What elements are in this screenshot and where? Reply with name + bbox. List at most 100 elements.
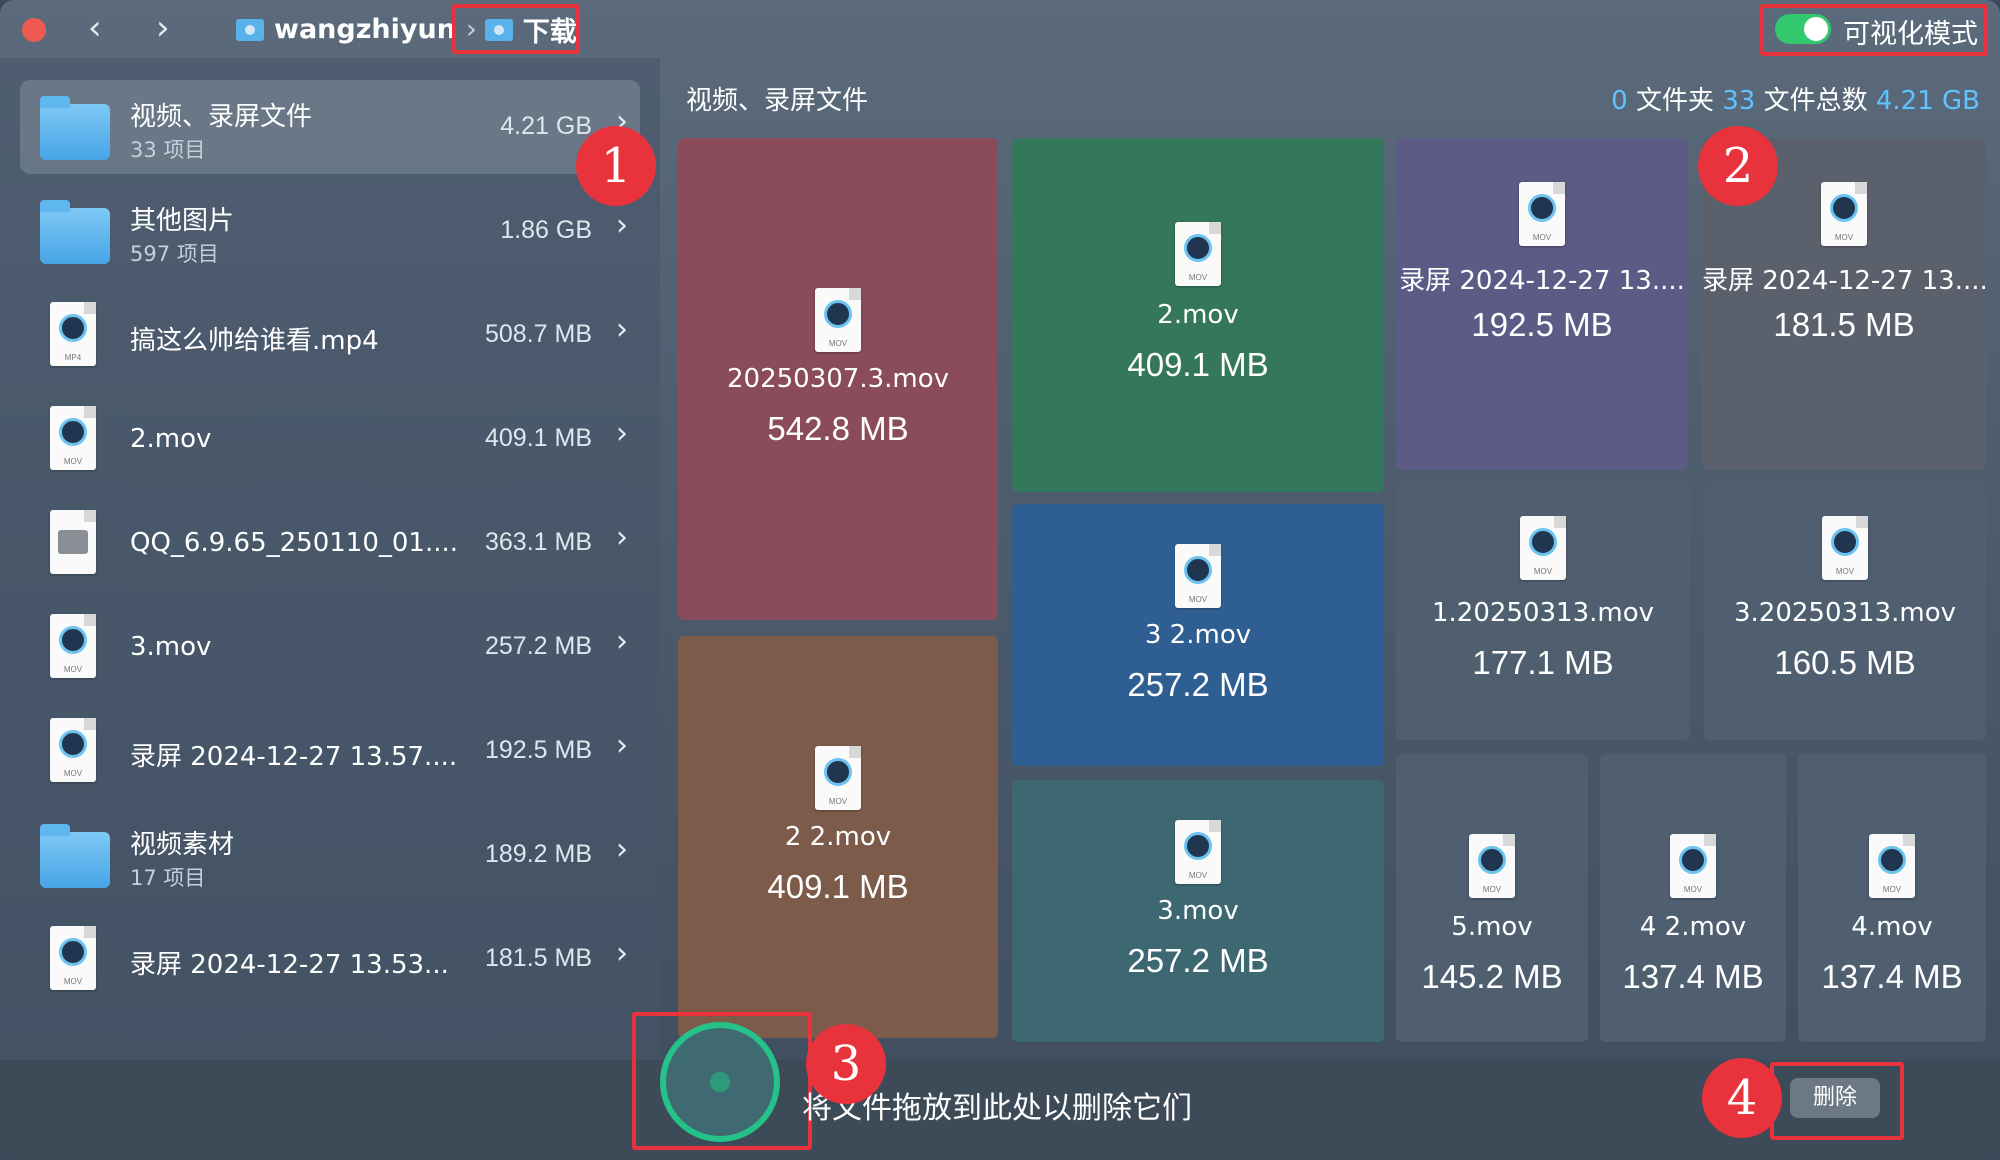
video-file-icon: MOV [1869,834,1915,898]
sidebar-item-label: 录屏 2024-12-27 13.57.... [130,742,458,772]
treemap-tile[interactable]: MOV 4 2.mov 137.4 MB [1600,754,1786,1042]
sidebar-item[interactable]: 视频、录屏文件 33 项目 4.21 GB › [20,80,640,174]
highlight-box [1760,4,1988,56]
sidebar-item-size: 1.86 GB [500,216,592,244]
video-file-icon: MOV [50,718,96,782]
sidebar-item-label: 录屏 2024-12-27 13.53... [130,950,449,980]
tile-name: 3 2.mov [1144,620,1252,650]
tile-name: 2 2.mov [784,822,892,852]
chevron-right-icon: › [616,520,628,555]
treemap-tile[interactable]: MOV 3 2.mov 257.2 MB [1012,504,1384,766]
sidebar-item-count: 33 项目 [130,138,206,162]
sidebar-item-size: 192.5 MB [484,736,592,764]
sidebar-item-size: 181.5 MB [484,944,592,972]
tile-name: 2.mov [1157,300,1239,330]
file-count-label: 文件总数 [1763,86,1868,116]
sidebar-item-label: 视频素材 [130,830,235,860]
chevron-right-icon: › [616,312,628,347]
tile-size: 257.2 MB [1127,942,1269,979]
sidebar-item[interactable]: MOV 3.mov 257.2 MB › [20,600,640,694]
video-file-icon: MOV [815,746,861,810]
title-bar: ‹ › wangzhiyun › 下载 可视化模式 [0,0,2000,58]
video-file-icon: MOV [815,288,861,352]
folder-icon [40,824,110,888]
annotation-badge: 1 [576,126,656,206]
treemap-tile[interactable]: MOV 2 2.mov 409.1 MB [678,636,998,1038]
chevron-right-icon: › [616,416,628,451]
sidebar-item-label: 其他图片 [130,206,235,236]
tile-size: 145.2 MB [1421,958,1563,995]
sidebar-item[interactable]: MOV 2.mov 409.1 MB › [20,392,640,486]
tile-name: 3.mov [1157,896,1239,926]
tile-size: 137.4 MB [1821,958,1963,995]
breadcrumb-home[interactable]: wangzhiyun [274,14,456,45]
chevron-right-icon: › [616,624,628,659]
package-file-icon [50,510,96,574]
sidebar-item-count: 597 项目 [130,242,219,266]
folder-icon [40,96,110,160]
chevron-right-icon: › [616,832,628,867]
video-file-icon: MOV [1822,516,1868,580]
folder-icon [40,200,110,264]
video-file-icon: MOV [1175,544,1221,608]
back-button[interactable]: ‹ [88,8,102,48]
video-file-icon: MOV [1520,516,1566,580]
sidebar-item-size: 189.2 MB [484,840,592,868]
tile-name: 20250307.3.mov [726,364,950,394]
treemap-tile[interactable]: MOV 录屏 2024-12-27 13.... 192.5 MB [1396,138,1688,470]
tile-name: 4.mov [1851,912,1933,942]
tile-size: 137.4 MB [1622,958,1764,995]
sidebar-item[interactable]: MOV 录屏 2024-12-27 13.53... 181.5 MB › [20,912,640,1006]
video-file-icon: MOV [50,406,96,470]
tile-name: 5.mov [1451,912,1533,942]
treemap-tile[interactable]: MOV 20250307.3.mov 542.8 MB [678,138,998,620]
sidebar-item-label: 3.mov [130,632,212,662]
sidebar-item-size: 257.2 MB [484,632,592,660]
sidebar-item-label: 视频、录屏文件 [130,102,313,132]
video-file-icon: MOV [1175,222,1221,286]
video-file-icon: MOV [1175,820,1221,884]
video-file-icon: MOV [50,926,96,990]
treemap-tile[interactable]: MOV 2.mov 409.1 MB [1012,138,1384,492]
treemap-tile[interactable]: MOV 5.mov 145.2 MB [1396,754,1588,1042]
highlight-box [452,4,580,54]
sidebar-item[interactable]: 视频素材 17 项目 189.2 MB › [20,808,640,902]
forward-button[interactable]: › [156,8,170,48]
sidebar-item-label: 搞这么帅给谁看.mp4 [130,326,379,356]
close-window-button[interactable] [22,18,46,42]
highlight-box [632,1012,812,1150]
sidebar-item-label: QQ_6.9.65_250110_01.... [130,528,459,558]
treemap-tile[interactable]: MOV 1.20250313.mov 177.1 MB [1396,482,1690,740]
treemap-tile[interactable]: MOV 3.mov 257.2 MB [1012,780,1384,1042]
app-window: ‹ › wangzhiyun › 下载 可视化模式 视频、录屏文件 33 项目 … [0,0,2000,1160]
tile-name: 1.20250313.mov [1431,598,1655,628]
sidebar-item[interactable]: 其他图片 597 项目 1.86 GB › [20,184,640,278]
video-file-icon: MP4 [50,302,96,366]
sidebar-item[interactable]: MOV 录屏 2024-12-27 13.57.... 192.5 MB › [20,704,640,798]
summary-stats: 0 文件夹 33 文件总数 4.21 GB [1611,80,1980,117]
folder-count: 0 [1611,86,1628,116]
folder-icon [236,18,264,41]
folder-count-label: 文件夹 [1635,86,1714,116]
treemap-tile[interactable]: MOV 4.mov 137.4 MB [1798,754,1986,1042]
annotation-badge: 3 [806,1024,886,1104]
video-file-icon: MOV [1469,834,1515,898]
sidebar-item-size: 409.1 MB [484,424,592,452]
total-size: 4.21 GB [1875,86,1980,116]
treemap-panel: 视频、录屏文件 0 文件夹 33 文件总数 4.21 GB MOV 202503… [660,58,2000,1060]
video-file-icon: MOV [1670,834,1716,898]
annotation-badge: 2 [1698,126,1778,206]
tile-size: 542.8 MB [767,410,909,447]
annotation-badge: 4 [1702,1058,1782,1138]
tile-name: 录屏 2024-12-27 13.... [1399,266,1685,296]
tile-size: 257.2 MB [1127,666,1269,703]
sidebar-item[interactable]: MP4 搞这么帅给谁看.mp4 508.7 MB › [20,288,640,382]
panel-title: 视频、录屏文件 [686,86,869,116]
tile-size: 409.1 MB [1127,346,1269,383]
treemap-tile[interactable]: MOV 3.20250313.mov 160.5 MB [1704,482,1986,740]
sidebar-item-size: 4.21 GB [500,112,592,140]
sidebar-item[interactable]: QQ_6.9.65_250110_01.... 363.1 MB › [20,496,640,590]
chevron-right-icon: › [616,728,628,763]
sidebar-item-size: 508.7 MB [484,320,592,348]
tile-size: 181.5 MB [1773,306,1915,343]
